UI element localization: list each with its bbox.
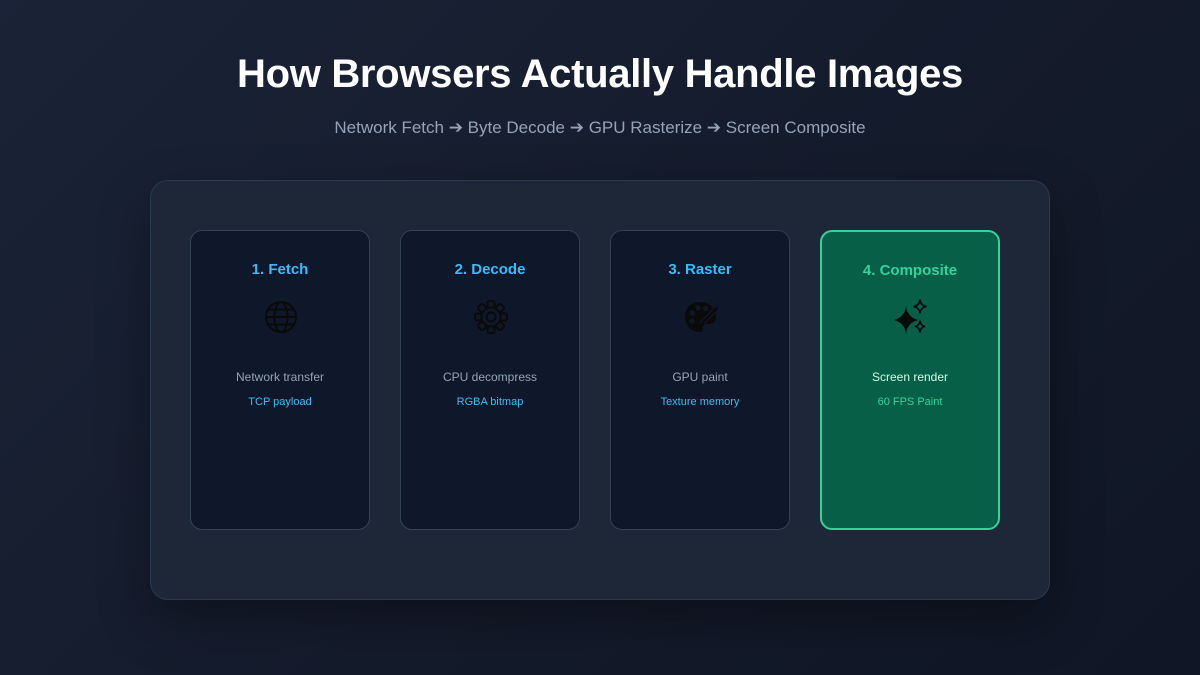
stage-title: 3. Raster	[668, 261, 732, 278]
stage-note: TCP payload	[248, 396, 312, 408]
stage-description: GPU paint	[672, 370, 728, 384]
stage-title: 2. Decode	[454, 261, 526, 278]
stage-title: 4. Composite	[862, 262, 958, 279]
stage-note: RGBA bitmap	[456, 396, 524, 408]
stage-card-decode: 2. Decode CPU decompress RGBA bitmap	[400, 230, 580, 530]
sparkles-icon	[894, 299, 927, 334]
palette-icon	[685, 302, 719, 332]
stage-card-fetch: 1. Fetch Network transfer TCP payload	[190, 230, 370, 530]
pipeline-subtitle: Network Fetch ➔ Byte Decode ➔ GPU Raster…	[334, 118, 866, 137]
stage-description: Screen render	[871, 370, 949, 384]
gear-icon	[474, 300, 508, 334]
stage-card-raster: 3. Raster GPU paint Texture memory	[610, 230, 790, 530]
stage-card-composite: 4. Composite Screen render 60 FPS Paint	[820, 230, 1000, 530]
stage-description: CPU decompress	[442, 370, 538, 384]
globe-icon	[265, 301, 297, 333]
pipeline-panel: 1. Fetch Network transfer TCP payload 2.…	[150, 180, 1050, 600]
stage-title: 1. Fetch	[251, 261, 309, 278]
stage-note: Texture memory	[660, 396, 740, 408]
stage-description: Network transfer	[235, 370, 325, 384]
page-title: How Browsers Actually Handle Images	[236, 52, 964, 96]
stage-note: 60 FPS Paint	[877, 396, 943, 408]
